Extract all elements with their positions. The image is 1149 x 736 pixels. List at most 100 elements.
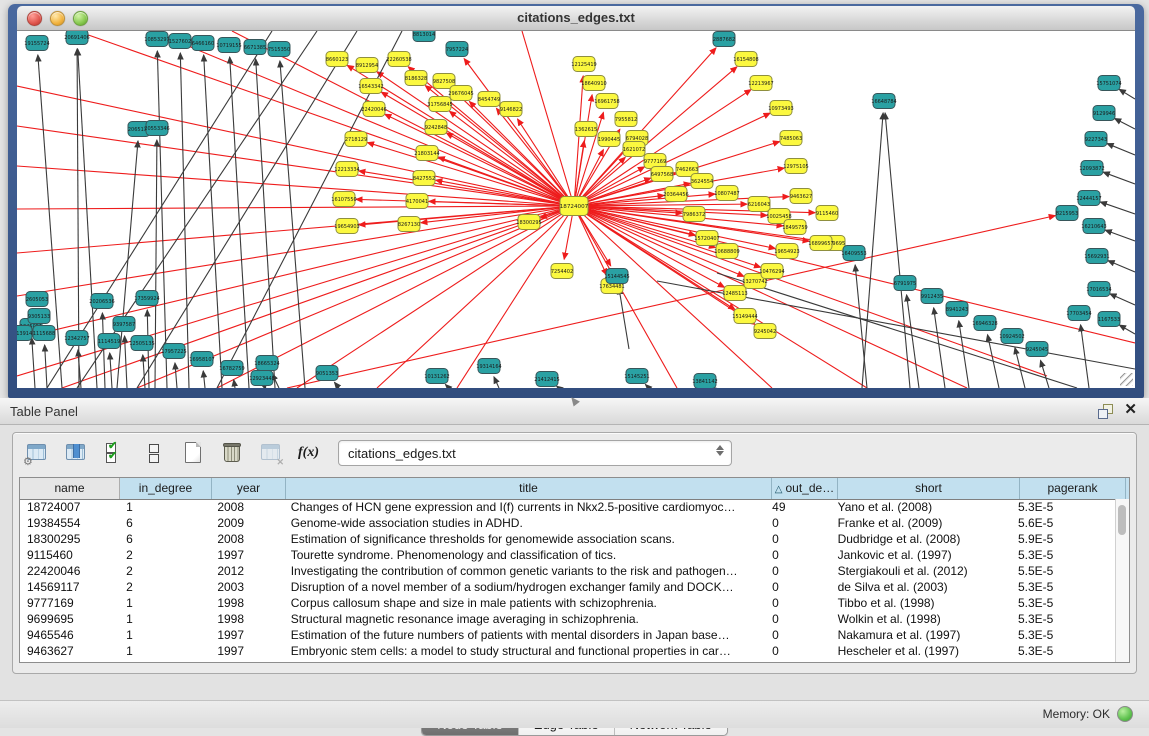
- graph-node[interactable]: 8427552: [413, 171, 435, 186]
- graph-node[interactable]: 12213967: [748, 76, 773, 91]
- graph-node[interactable]: 7957224: [446, 42, 468, 57]
- table-row[interactable]: 1456911722003Disruption of a novel membe…: [20, 579, 1116, 595]
- network-view-window[interactable]: citations_edges.txt 18724007 8660123 89129…: [8, 4, 1144, 398]
- column-header-indegree[interactable]: in_degree: [120, 478, 212, 499]
- graph-node[interactable]: 19654923: [774, 244, 799, 259]
- graph-node[interactable]: 6791975: [894, 276, 916, 291]
- selection-mode-icon[interactable]: ✔✔: [103, 442, 127, 464]
- graph-node[interactable]: 9051353: [316, 366, 338, 381]
- window-resize-grip[interactable]: [1120, 373, 1133, 386]
- scrollbar-thumb[interactable]: [1118, 505, 1126, 535]
- table-row[interactable]: 1938455462009Genome-wide association stu…: [20, 515, 1116, 531]
- graph-node[interactable]: 9245045: [1026, 342, 1048, 357]
- graph-node[interactable]: 1362615: [575, 122, 597, 137]
- graph-node[interactable]: 12505135: [129, 336, 154, 351]
- graph-node[interactable]: 15149444: [732, 309, 757, 324]
- table-row[interactable]: 1830029562008Estimation of significance …: [20, 531, 1116, 547]
- graph-node[interactable]: 4170041: [406, 194, 428, 209]
- graph-node[interactable]: 15144545: [604, 269, 629, 284]
- graph-node[interactable]: 20691406: [64, 31, 89, 45]
- window-title-bar[interactable]: citations_edges.txt: [17, 6, 1135, 31]
- graph-node[interactable]: 12923448: [249, 371, 274, 386]
- graph-node[interactable]: 9115460: [816, 206, 838, 221]
- graph-node[interactable]: 10807487: [714, 186, 739, 201]
- graph-node[interactable]: 16782759: [219, 361, 244, 376]
- graph-node[interactable]: 7254402: [551, 264, 573, 279]
- graph-node[interactable]: 15145251: [624, 369, 649, 384]
- graph-node[interactable]: 22260538: [386, 52, 411, 67]
- graph-node[interactable]: 16899657: [808, 236, 833, 251]
- graph-node[interactable]: 9397587: [113, 317, 135, 332]
- table-row[interactable]: 977716911998Corpus callosum shape and si…: [20, 595, 1116, 611]
- graph-node[interactable]: 12485113: [722, 286, 747, 301]
- column-header-name[interactable]: name: [20, 478, 120, 499]
- graph-node[interactable]: 8454749: [478, 92, 500, 107]
- column-header-title[interactable]: title: [286, 478, 772, 499]
- table-row[interactable]: 946362711997Embryonic stem cells: a mode…: [20, 643, 1116, 659]
- graph-node[interactable]: 8660123: [326, 52, 348, 67]
- graph-node[interactable]: 8912954: [356, 58, 378, 73]
- graph-node[interactable]: 12093872: [1079, 161, 1104, 176]
- function-builder-icon[interactable]: f(x): [298, 442, 319, 464]
- graph-node[interactable]: 16409553: [841, 246, 866, 261]
- graph-node[interactable]: 13841142: [692, 374, 717, 389]
- graph-node[interactable]: 16648784: [871, 94, 896, 109]
- graph-node[interactable]: 6671385: [244, 40, 266, 55]
- graph-node[interactable]: 9305133: [28, 309, 50, 324]
- graph-node[interactable]: 2605053: [26, 292, 48, 307]
- graph-node[interactable]: 1621072: [623, 142, 645, 157]
- graph-node[interactable]: 10688809: [714, 244, 739, 259]
- graph-node[interactable]: 16543342: [358, 79, 383, 94]
- graph-node[interactable]: 6497568: [651, 167, 673, 182]
- table-mode-icon[interactable]: ⚙: [25, 442, 49, 464]
- graph-node[interactable]: 29676045: [448, 86, 473, 101]
- graph-node[interactable]: 8941243: [946, 302, 968, 317]
- graph-node[interactable]: 17957225: [161, 344, 186, 359]
- graph-node[interactable]: 16154808: [733, 52, 758, 67]
- graph-node[interactable]: 3624554: [691, 174, 713, 189]
- column-header-short[interactable]: short: [838, 478, 1020, 499]
- show-columns-icon[interactable]: [64, 442, 88, 464]
- graph-node[interactable]: 12213334: [334, 162, 359, 177]
- table-row[interactable]: 969969511998Structural magnetic resonanc…: [20, 611, 1116, 627]
- graph-node[interactable]: 9227343: [1085, 132, 1107, 147]
- graph-node[interactable]: 21412415: [534, 372, 559, 387]
- graph-node[interactable]: 7955812: [615, 112, 637, 127]
- table-selector-dropdown[interactable]: citations_edges.txt: [338, 440, 732, 466]
- network-canvas[interactable]: 1872400786601238912954222605381654334281…: [17, 31, 1135, 388]
- graph-hub-node[interactable]: 18724007: [560, 197, 589, 216]
- graph-node[interactable]: 10476294: [759, 264, 784, 279]
- graph-node[interactable]: 17016534: [1086, 282, 1111, 297]
- graph-node[interactable]: 1990445: [598, 132, 620, 147]
- network-canvas-container[interactable]: 1872400786601238912954222605381654334281…: [17, 31, 1135, 388]
- graph-node[interactable]: 3913914: [17, 326, 32, 341]
- graph-node[interactable]: 12125419: [571, 57, 596, 72]
- delete-columns-icon[interactable]: [220, 442, 244, 464]
- table-row[interactable]: 911546021997Tourette syndrome. Phenomeno…: [20, 547, 1116, 563]
- graph-node[interactable]: 9912435: [921, 289, 943, 304]
- graph-node[interactable]: 10131262: [424, 369, 449, 384]
- graph-node[interactable]: 9245042: [754, 324, 776, 339]
- column-header-year[interactable]: year: [212, 478, 286, 499]
- graph-node[interactable]: 22420046: [361, 102, 386, 117]
- graph-node[interactable]: 15692931: [1084, 249, 1109, 264]
- graph-node[interactable]: 9146822: [500, 102, 522, 117]
- graph-node[interactable]: 16961758: [594, 94, 619, 109]
- graph-node[interactable]: 17359924: [134, 291, 159, 306]
- graph-node[interactable]: 10719155: [216, 38, 241, 53]
- graph-node[interactable]: 19314164: [476, 359, 501, 374]
- graph-node[interactable]: 16958107: [189, 352, 214, 367]
- graph-node[interactable]: 20206536: [89, 294, 114, 309]
- graph-node[interactable]: 1167533: [1098, 312, 1120, 327]
- graph-node[interactable]: 2887682: [713, 32, 735, 47]
- graph-node[interactable]: 12975105: [783, 159, 808, 174]
- graph-node[interactable]: 10853297: [144, 32, 169, 47]
- graph-node[interactable]: 15751074: [1096, 76, 1121, 91]
- graph-node[interactable]: 15720407: [694, 231, 719, 246]
- graph-node[interactable]: 9463627: [790, 189, 812, 204]
- graph-node[interactable]: 18640910: [581, 76, 606, 91]
- graph-node[interactable]: 20553346: [144, 121, 169, 136]
- graph-node[interactable]: 9129946: [1093, 106, 1115, 121]
- graph-node[interactable]: 18495759: [782, 220, 807, 235]
- close-panel-icon[interactable]: ✕: [1124, 402, 1137, 418]
